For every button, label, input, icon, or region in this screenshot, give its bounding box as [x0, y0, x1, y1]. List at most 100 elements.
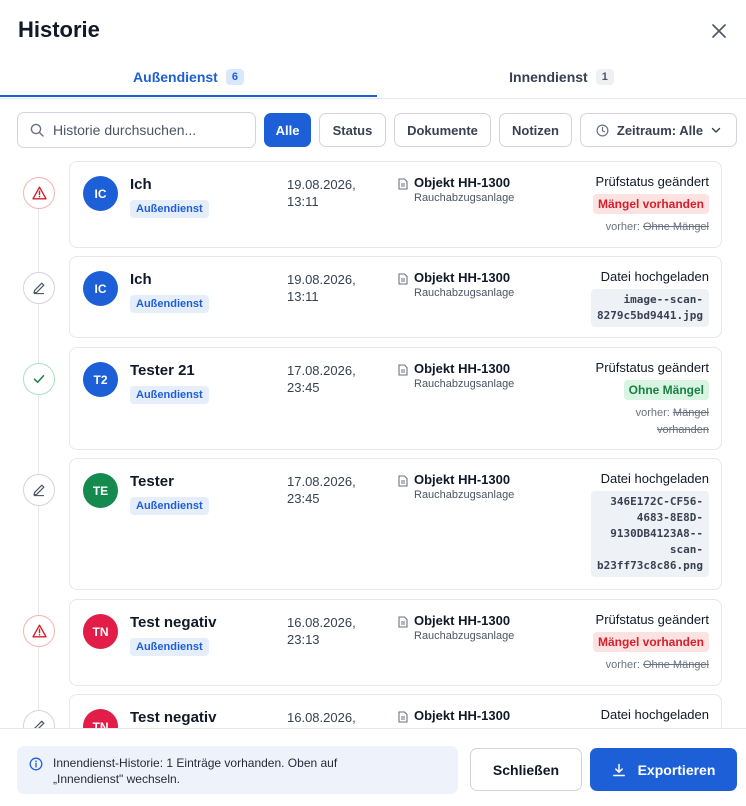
info-icon	[29, 757, 43, 771]
timeline-marker	[23, 363, 55, 395]
dialog-header: Historie	[0, 0, 746, 60]
warning-icon	[31, 624, 47, 638]
period-label: Zeitraum: Alle	[616, 122, 704, 138]
filter-status-button[interactable]: Status	[319, 113, 386, 147]
timeline-marker	[23, 710, 55, 728]
avatar: T2	[83, 362, 118, 397]
timeline-marker	[23, 474, 55, 506]
warning-icon	[31, 186, 47, 200]
period-dropdown[interactable]: Zeitraum: Alle	[580, 113, 737, 147]
status-badge: Ohne Mängel	[623, 380, 709, 400]
timeline-marker	[23, 272, 55, 304]
export-label: Exportieren	[637, 761, 716, 778]
object-name: Objekt HH-1300	[414, 175, 511, 190]
entry-details: Prüfstatus geändert Mängel vorhanden vor…	[592, 174, 709, 236]
entry-details: Prüfstatus geändert Ohne Mängel vorher: …	[596, 360, 709, 439]
object-type: Rauchabzugsanlage	[414, 378, 515, 390]
dialog-footer: Innendienst-Historie: 1 Einträge vorhand…	[0, 728, 746, 806]
tab-bar: Außendienst 6 Innendienst 1	[0, 56, 746, 99]
filter-notes-button[interactable]: Notizen	[499, 113, 572, 147]
active-tab-indicator	[0, 95, 377, 97]
filter-documents-button[interactable]: Dokumente	[394, 113, 491, 147]
timeline-marker	[23, 615, 55, 647]
entry-datetime: 17.08.2026, 23:45	[287, 363, 356, 395]
avatar: TN	[83, 709, 118, 728]
file-name[interactable]: 346E172C-CF56- 4683-8E8D- 9130DB4123A8-- sc…	[591, 491, 709, 577]
object-type: Rauchabzugsanlage	[414, 489, 515, 501]
tab-label: Außendienst	[133, 69, 218, 85]
user-name: Test negativ	[130, 614, 217, 631]
pencil-icon	[34, 720, 45, 728]
pencil-icon	[33, 282, 45, 295]
action-label: Prüfstatus geändert	[595, 612, 709, 627]
info-banner: Innendienst-Historie: 1 Einträge vorhand…	[17, 746, 458, 794]
search-box[interactable]	[17, 112, 256, 148]
close-button[interactable]	[706, 18, 732, 44]
document-icon	[398, 273, 408, 285]
history-list: IC Ich Außendienst 19.08.2026, 13:11 Obje…	[0, 150, 746, 728]
pencil-icon	[33, 484, 45, 497]
entry-datetime: 16.08.2026, 23:13	[287, 615, 356, 647]
filter-all-button[interactable]: Alle	[264, 113, 311, 147]
avatar: IC	[83, 271, 118, 306]
dialog-title: Historie	[18, 17, 100, 42]
tab-count-badge: 6	[225, 69, 244, 85]
document-icon	[398, 711, 408, 723]
document-icon	[398, 616, 408, 628]
action-label: Datei hochgeladen	[600, 471, 709, 486]
search-icon	[30, 123, 44, 137]
object-type: Rauchabzugsanlage	[414, 630, 515, 642]
previous-status: vorher: Ohne Mängel	[605, 659, 709, 671]
entry-details: Datei hochgeladen 346E172C-CF56- 4683-8E8…	[591, 471, 709, 577]
close-dialog-button[interactable]: Schließen	[470, 748, 582, 791]
search-input[interactable]	[53, 122, 233, 138]
entry-datetime: 19.08.2026, 13:11	[287, 272, 356, 304]
tab-innendienst[interactable]: Innendienst 1	[377, 56, 746, 98]
history-entry[interactable]: IC Ich Außendienst 19.08.2026, 13:11 Obje…	[69, 256, 722, 338]
history-entry[interactable]: TN Test negativ 16.08.2026, Objekt HH-13…	[69, 694, 722, 728]
object-type: Rauchabzugsanlage	[414, 192, 515, 204]
action-label: Datei hochgeladen	[600, 269, 709, 284]
filter-toolbar: Alle Status Dokumente Notizen Zeitraum: …	[0, 112, 746, 148]
action-label: Datei hochgeladen	[600, 707, 709, 722]
user-name: Tester	[130, 473, 174, 490]
status-badge: Mängel vorhanden	[592, 632, 709, 652]
history-entry[interactable]: TE Tester Außendienst 17.08.2026, 23:45 O…	[69, 458, 722, 590]
history-entry[interactable]: T2 Tester 21 Außendienst 17.08.2026, 23:4…	[69, 347, 722, 450]
action-label: Prüfstatus geändert	[595, 174, 709, 189]
document-icon	[398, 475, 408, 487]
info-text: Innendienst-Historie: 1 Einträge vorhand…	[53, 756, 338, 786]
download-icon	[612, 763, 625, 776]
history-entry[interactable]: IC Ich Außendienst 19.08.2026, 13:11 Obje…	[69, 161, 722, 248]
avatar: IC	[83, 176, 118, 211]
document-icon	[398, 178, 408, 190]
history-entry[interactable]: TN Test negativ Außendienst 16.08.2026, 2…	[69, 599, 722, 686]
role-badge: Außendienst	[130, 200, 209, 218]
action-label: Prüfstatus geändert	[595, 360, 709, 375]
role-badge: Außendienst	[130, 638, 209, 656]
check-icon	[33, 375, 45, 383]
export-button[interactable]: Exportieren	[590, 748, 737, 791]
previous-status: vorher: Ohne Mängel	[605, 221, 709, 233]
user-name: Test negativ	[130, 709, 217, 726]
role-badge: Außendienst	[130, 497, 209, 515]
chevron-down-icon	[711, 127, 721, 133]
entry-details: Datei hochgeladen	[601, 707, 709, 727]
object-type: Rauchabzugsanlage	[414, 287, 515, 299]
document-icon	[398, 364, 408, 376]
entry-datetime: 17.08.2026, 23:45	[287, 474, 356, 506]
close-icon	[712, 24, 726, 38]
user-name: Ich	[130, 176, 152, 193]
entry-datetime: 19.08.2026, 13:11	[287, 177, 356, 209]
object-name: Objekt HH-1300	[414, 708, 511, 723]
tab-aussendienst[interactable]: Außendienst 6	[0, 56, 377, 98]
clock-icon	[596, 123, 609, 137]
avatar: TN	[83, 614, 118, 649]
tab-label: Innendienst	[509, 69, 588, 85]
entry-datetime: 16.08.2026,	[287, 710, 356, 725]
previous-status: vorher: Mängel vorhanden	[635, 407, 709, 436]
file-name[interactable]: image--scan- 8279c5bd9441.jpg	[591, 289, 709, 327]
role-badge: Außendienst	[130, 295, 209, 313]
tab-count-badge: 1	[595, 69, 614, 85]
user-name: Ich	[130, 271, 152, 288]
